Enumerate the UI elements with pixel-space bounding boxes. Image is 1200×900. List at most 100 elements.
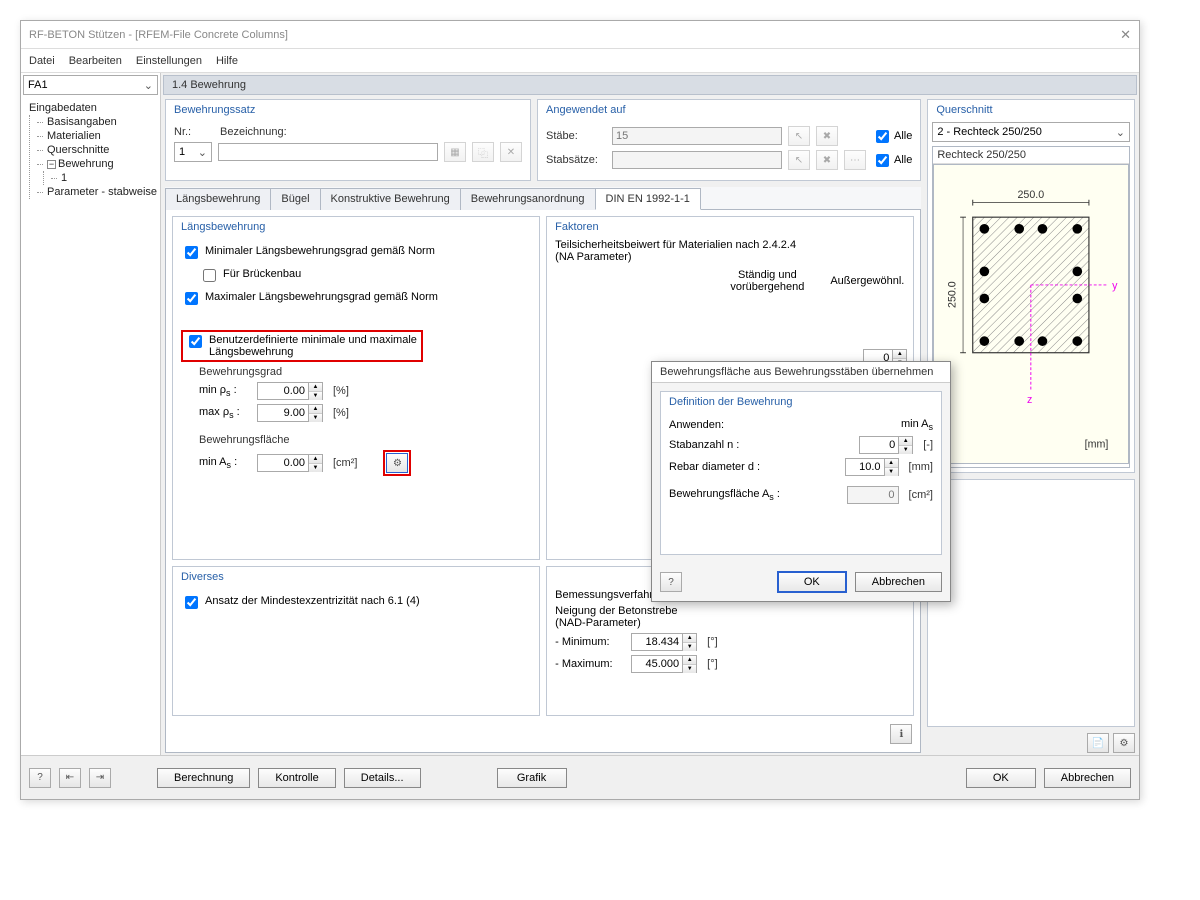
case-selector[interactable]: FA1 ⌄: [23, 75, 158, 95]
dialog-cancel-button[interactable]: Abbrechen: [855, 572, 942, 592]
alle-staebe-checkbox[interactable]: Alle: [872, 127, 912, 146]
dialog-ok-button[interactable]: OK: [777, 571, 847, 593]
berechnung-button[interactable]: Berechnung: [157, 768, 250, 788]
check-userdef[interactable]: Benutzerdefinierte minimale und maximale…: [185, 334, 419, 358]
svg-text:250.0: 250.0: [947, 281, 959, 308]
chevron-down-icon: ⌄: [144, 79, 153, 92]
pick-icon[interactable]: ↖: [788, 126, 810, 146]
kontrolle-button[interactable]: Kontrolle: [258, 768, 335, 788]
tree-querschnitte[interactable]: Querschnitte: [37, 143, 158, 157]
pick-icon[interactable]: ↖: [788, 150, 810, 170]
spin-down-icon[interactable]: ▼: [309, 464, 322, 472]
pick-rebar-button[interactable]: ⚙: [386, 453, 408, 473]
check-max-norm[interactable]: Maximaler Längsbewehrungsgrad gemäß Norm: [181, 291, 531, 308]
qs-name: Rechteck 250/250: [933, 147, 1129, 164]
rebar-diameter-input[interactable]: ▲▼: [845, 458, 899, 476]
prev-icon[interactable]: ⇤: [59, 768, 81, 788]
svg-text:y: y: [1113, 280, 1119, 292]
stabsaetze-input[interactable]: [612, 151, 782, 169]
sidebar: FA1 ⌄ Eingabedaten Basisangaben Material…: [21, 73, 161, 755]
nav-tree: Eingabedaten Basisangaben Materialien Qu…: [21, 97, 160, 755]
stabanzahl-input[interactable]: ▲▼: [859, 436, 913, 454]
chevron-down-icon: ⌄: [1116, 126, 1125, 139]
ok-button[interactable]: OK: [966, 768, 1036, 788]
menu-bearbeiten[interactable]: Bearbeiten: [69, 55, 122, 67]
tree-bewehrung[interactable]: −Bewehrung: [37, 157, 158, 171]
min-as-input[interactable]: ▲▼: [257, 454, 323, 472]
tree-root[interactable]: Eingabedaten: [23, 101, 158, 115]
spin-down-icon[interactable]: ▼: [309, 414, 322, 422]
tree-materialien[interactable]: Materialien: [37, 129, 158, 143]
page-title: 1.4 Bewehrung: [163, 75, 1137, 95]
flaeche-output: [847, 486, 899, 504]
tab-laengsbewehrung[interactable]: Längsbewehrung: [165, 188, 271, 210]
group-angewendet-auf: Angewendet auf Stäbe: ↖ ✖ Alle: [537, 99, 921, 181]
tree-parameter[interactable]: Parameter - stabweise: [37, 185, 158, 199]
check-brueckenbau[interactable]: Für Brückenbau: [199, 268, 531, 285]
group-querschnitt: Querschnitt 2 - Rechteck 250/250⌄ Rechte…: [927, 99, 1135, 473]
grafik-button[interactable]: Grafik: [497, 768, 567, 788]
chevron-down-icon: ⌄: [198, 146, 207, 159]
window-title: RF-BETON Stützen - [RFEM-File Concrete C…: [29, 29, 288, 41]
tab-anordnung[interactable]: Bewehrungsanordnung: [460, 188, 596, 210]
tree-expander-icon[interactable]: −: [47, 160, 56, 169]
max-rho-input[interactable]: ▲▼: [257, 404, 323, 422]
new-icon[interactable]: ▦: [444, 142, 466, 162]
tree-basisangaben[interactable]: Basisangaben: [37, 115, 158, 129]
clear-icon[interactable]: ✖: [816, 126, 838, 146]
check-ansatz[interactable]: Ansatz der Mindestexzentrizität nach 6.1…: [181, 595, 531, 612]
menu-datei[interactable]: Datei: [29, 55, 55, 67]
cross-section-preview: 250.0 250.0: [933, 164, 1129, 464]
svg-text:[mm]: [mm]: [1085, 439, 1109, 451]
help-icon[interactable]: ?: [660, 572, 682, 592]
tree-bewehrung-1[interactable]: 1: [51, 171, 158, 185]
delete-icon[interactable]: ✕: [500, 142, 522, 162]
min-rho-input[interactable]: ▲▼: [257, 382, 323, 400]
group-diverses-left: Diverses Ansatz der Mindestexzentrizität…: [172, 566, 540, 716]
spin-up-icon[interactable]: ▲: [309, 455, 322, 464]
titlebar: RF-BETON Stützen - [RFEM-File Concrete C…: [21, 21, 1139, 49]
group-bewehrungssatz: Bewehrungssatz Nr.: Bezeichnung: 1⌄ ▦: [165, 99, 531, 181]
dialog-rebar-area: Bewehrungsfläche aus Bewehrungsstäben üb…: [651, 361, 951, 602]
copy-icon[interactable]: ⿻: [472, 142, 494, 162]
group-laengsbewehrung: Längsbewehrung Minimaler Längsbewehrungs…: [172, 216, 540, 560]
footer: ? ⇤ ⇥ Berechnung Kontrolle Details... Gr…: [21, 755, 1139, 799]
dialog-title: Bewehrungsfläche aus Bewehrungsstäben üb…: [652, 362, 950, 383]
alle-stabsaetze-checkbox[interactable]: Alle: [872, 151, 912, 170]
svg-text:z: z: [1027, 394, 1032, 406]
highlight-userdef: Benutzerdefinierte minimale und maximale…: [181, 330, 423, 362]
spin-down-icon[interactable]: ▼: [309, 392, 322, 400]
tab-konstruktive[interactable]: Konstruktive Bewehrung: [320, 188, 461, 210]
min-angle-input[interactable]: ▲▼: [631, 633, 697, 651]
menu-hilfe[interactable]: Hilfe: [216, 55, 238, 67]
tab-buegel[interactable]: Bügel: [270, 188, 320, 210]
report-icon[interactable]: 📄: [1087, 733, 1109, 753]
bezeichnung-input[interactable]: [218, 143, 438, 161]
content: 1.4 Bewehrung Bewehrungssatz Nr.: Bezeic…: [161, 73, 1139, 755]
tab-din[interactable]: DIN EN 1992-1-1: [595, 188, 701, 210]
svg-text:250.0: 250.0: [1018, 189, 1045, 201]
staebe-input[interactable]: [612, 127, 782, 145]
main-area: FA1 ⌄ Eingabedaten Basisangaben Material…: [21, 73, 1139, 755]
check-min-norm[interactable]: Minimaler Längsbewehrungsgrad gemäß Norm: [181, 245, 531, 262]
settings-icon[interactable]: ⚙: [1113, 733, 1135, 753]
details-button[interactable]: Details...: [344, 768, 421, 788]
menu-einstellungen[interactable]: Einstellungen: [136, 55, 202, 67]
next-icon[interactable]: ⇥: [89, 768, 111, 788]
help-icon[interactable]: ?: [29, 768, 51, 788]
spin-up-icon[interactable]: ▲: [309, 383, 322, 392]
menubar: Datei Bearbeiten Einstellungen Hilfe: [21, 49, 1139, 73]
tabs: Längsbewehrung Bügel Konstruktive Bewehr…: [165, 187, 921, 210]
close-icon[interactable]: ✕: [1120, 27, 1131, 43]
highlight-pick-rebar: ⚙: [383, 450, 411, 476]
cancel-button[interactable]: Abbrechen: [1044, 768, 1131, 788]
info-panel: [927, 479, 1135, 727]
nr-combo[interactable]: 1⌄: [174, 142, 212, 162]
spin-up-icon[interactable]: ▲: [309, 405, 322, 414]
more-icon[interactable]: ⋯: [844, 150, 866, 170]
clear-icon[interactable]: ✖: [816, 150, 838, 170]
qs-combo[interactable]: 2 - Rechteck 250/250⌄: [932, 122, 1130, 142]
max-angle-input[interactable]: ▲▼: [631, 655, 697, 673]
main-window: RF-BETON Stützen - [RFEM-File Concrete C…: [20, 20, 1140, 800]
info-icon[interactable]: ℹ: [890, 724, 912, 744]
